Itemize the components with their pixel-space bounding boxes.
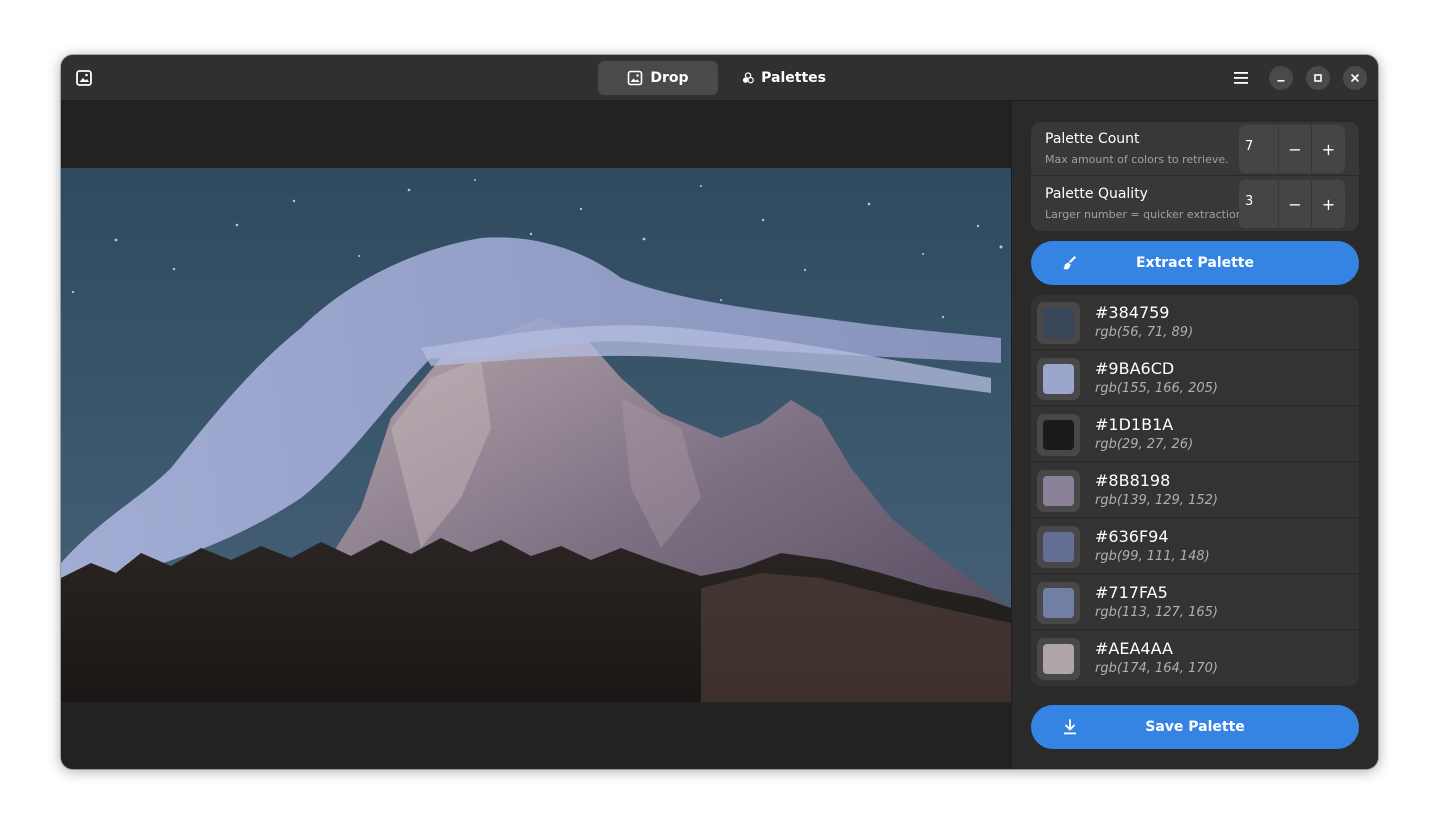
color-hex-label: #9BA6CD xyxy=(1095,359,1175,378)
color-rgb-label: rgb(155, 166, 205) xyxy=(1095,381,1218,396)
palette-color-row[interactable]: #1D1B1A rgb(29, 27, 26) xyxy=(1031,407,1359,462)
save-palette-button[interactable]: Save Palette xyxy=(1031,705,1359,749)
color-hex-label: #1D1B1A xyxy=(1095,415,1174,434)
palette-count-row: Palette Count Max amount of colors to re… xyxy=(1031,122,1359,176)
palette-quality-row: Palette Quality Larger number = quicker … xyxy=(1031,177,1359,231)
palette-color-row[interactable]: #9BA6CD rgb(155, 166, 205) xyxy=(1031,351,1359,406)
close-button[interactable] xyxy=(1343,66,1367,90)
palette-quality-decrement-button[interactable]: − xyxy=(1279,180,1312,228)
palette-quality-increment-button[interactable]: + xyxy=(1312,180,1345,228)
palette-quality-spinner: 3 − + xyxy=(1239,180,1345,228)
palette-quality-subtitle: Larger number = quicker extraction. xyxy=(1045,208,1247,221)
settings-card: Palette Count Max amount of colors to re… xyxy=(1031,122,1359,231)
color-swatch xyxy=(1043,420,1074,450)
tab-palettes-label: Palettes xyxy=(761,70,826,86)
color-hex-label: #636F94 xyxy=(1095,527,1169,546)
sidebar: Palette Count Max amount of colors to re… xyxy=(1011,101,1378,769)
color-hex-label: #717FA5 xyxy=(1095,583,1168,602)
palette-quality-value[interactable]: 3 xyxy=(1239,180,1279,228)
color-hex-label: #384759 xyxy=(1095,303,1170,322)
save-palette-label: Save Palette xyxy=(1145,719,1245,735)
palettes-icon xyxy=(742,72,754,84)
minimize-button[interactable] xyxy=(1269,66,1293,90)
image-icon xyxy=(628,70,643,86)
close-icon xyxy=(1351,74,1359,82)
tab-palettes[interactable]: Palettes xyxy=(722,61,846,95)
color-swatch-frame xyxy=(1037,302,1080,344)
palette-quality-title: Palette Quality xyxy=(1045,186,1148,202)
color-swatch xyxy=(1043,532,1074,562)
color-swatch-frame xyxy=(1037,582,1080,624)
color-hex-label: #AEA4AA xyxy=(1095,639,1173,658)
color-swatch xyxy=(1043,644,1074,674)
color-rgb-label: rgb(139, 129, 152) xyxy=(1095,493,1218,508)
color-swatch xyxy=(1043,588,1074,618)
palette-count-spinner: 7 − + xyxy=(1239,125,1345,173)
palette-color-row[interactable]: #384759 rgb(56, 71, 89) xyxy=(1031,295,1359,350)
palette-count-value[interactable]: 7 xyxy=(1239,125,1279,173)
tab-drop-label: Drop xyxy=(650,70,689,86)
palette-color-row[interactable]: #636F94 rgb(99, 111, 148) xyxy=(1031,519,1359,574)
dropped-image xyxy=(61,168,1011,702)
minimize-icon xyxy=(1277,80,1285,82)
download-icon xyxy=(1064,719,1076,735)
view-switcher: Drop Palettes xyxy=(598,61,846,95)
color-rgb-label: rgb(56, 71, 89) xyxy=(1095,325,1194,340)
color-rgb-label: rgb(174, 164, 170) xyxy=(1095,661,1218,676)
drop-area[interactable] xyxy=(61,101,1011,769)
color-swatch-frame xyxy=(1037,358,1080,400)
color-hex-label: #8B8198 xyxy=(1095,471,1171,490)
main-menu-button[interactable] xyxy=(1229,68,1253,88)
extract-palette-button[interactable]: Extract Palette xyxy=(1031,241,1359,285)
palette-color-row[interactable]: #717FA5 rgb(113, 127, 165) xyxy=(1031,575,1359,630)
headerbar: Drop Palettes xyxy=(61,55,1378,101)
color-rgb-label: rgb(29, 27, 26) xyxy=(1095,437,1194,452)
color-swatch xyxy=(1043,476,1074,506)
palette-count-subtitle: Max amount of colors to retrieve. xyxy=(1045,153,1229,166)
app-image-icon xyxy=(75,69,93,87)
palette-list: #384759 rgb(56, 71, 89) #9BA6CD rgb(155, 16… xyxy=(1031,295,1359,686)
palette-count-title: Palette Count xyxy=(1045,131,1140,147)
color-swatch xyxy=(1043,364,1074,394)
color-rgb-label: rgb(99, 111, 148) xyxy=(1095,549,1210,564)
palette-count-increment-button[interactable]: + xyxy=(1312,125,1345,173)
brush-icon xyxy=(1063,256,1076,270)
color-swatch-frame xyxy=(1037,638,1080,680)
color-swatch-frame xyxy=(1037,414,1080,456)
color-swatch-frame xyxy=(1037,470,1080,512)
palette-color-row[interactable]: #AEA4AA rgb(174, 164, 170) xyxy=(1031,631,1359,686)
tab-drop[interactable]: Drop xyxy=(598,61,718,95)
palette-count-decrement-button[interactable]: − xyxy=(1279,125,1312,173)
hamburger-menu-icon xyxy=(1234,72,1248,84)
color-swatch-frame xyxy=(1037,526,1080,568)
extract-palette-label: Extract Palette xyxy=(1135,255,1254,271)
palette-color-row[interactable]: #8B8198 rgb(139, 129, 152) xyxy=(1031,463,1359,518)
app-window: Drop Palettes Palette Count Max amount o… xyxy=(61,55,1378,769)
color-swatch xyxy=(1043,308,1074,338)
maximize-icon xyxy=(1314,74,1322,82)
maximize-button[interactable] xyxy=(1306,66,1330,90)
color-rgb-label: rgb(113, 127, 165) xyxy=(1095,605,1218,620)
